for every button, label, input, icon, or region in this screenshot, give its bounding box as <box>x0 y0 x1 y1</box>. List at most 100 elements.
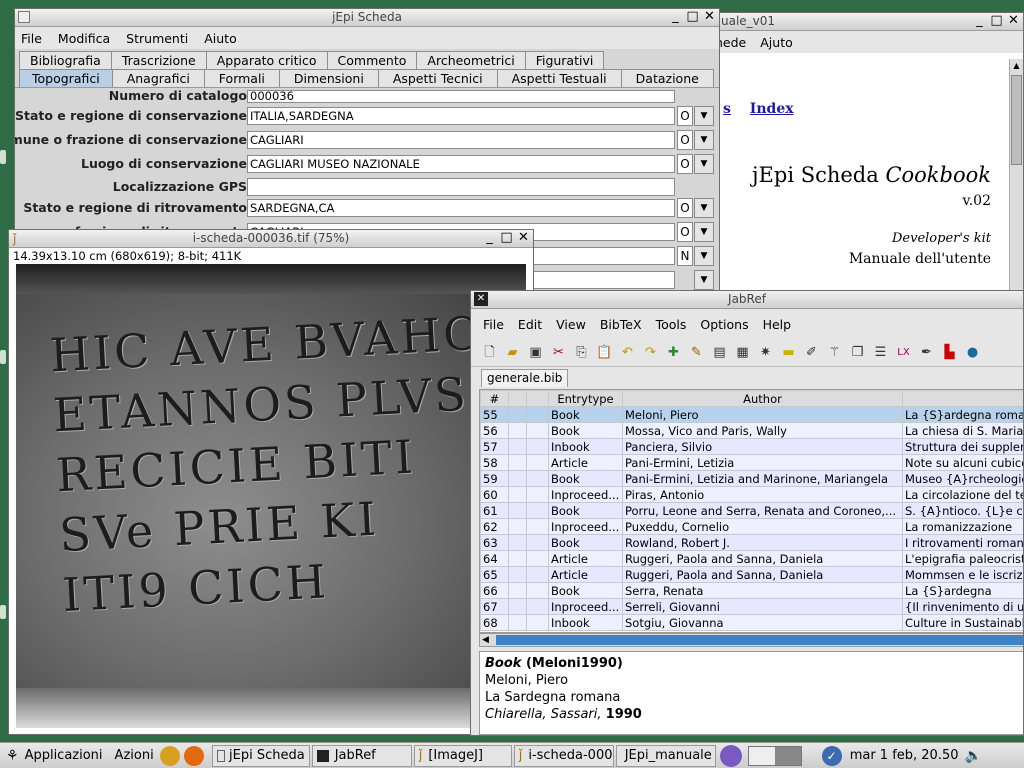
close-icon[interactable]: ✕ <box>702 10 717 25</box>
menu-bibtex[interactable]: BibTeX <box>600 317 642 332</box>
table-row[interactable]: 57 Inbook Panciera, Silvio Struttura dei su… <box>480 438 1023 455</box>
menu-tools[interactable]: Tools <box>656 317 687 332</box>
menu-options[interactable]: Options <box>700 317 748 332</box>
column-header-title[interactable] <box>902 390 1023 407</box>
task-jabref[interactable]: JabRef <box>311 744 412 767</box>
field-input[interactable]: CAGLIARI MUSEO NAZIONALE <box>247 155 675 173</box>
field-code[interactable]: N <box>677 246 693 266</box>
table-row[interactable]: 60 Inproceed... Piras, Antonio La circolazi… <box>480 486 1023 503</box>
menu-file[interactable]: File <box>21 31 42 46</box>
tab-aspetti-tecnici[interactable]: Aspetti Tecnici <box>377 69 498 87</box>
minimize-icon[interactable]: _ <box>668 10 683 25</box>
field-code[interactable]: O <box>677 154 693 174</box>
close-icon[interactable]: ✕ <box>1006 14 1021 29</box>
menu-help[interactable]: Help <box>763 317 792 332</box>
pen-icon[interactable]: ✒ <box>918 344 935 361</box>
preview-icon[interactable]: ▦ <box>734 344 751 361</box>
tab-formali[interactable]: Formali <box>203 69 280 87</box>
task-image-window[interactable]: ǰ i-scheda-0000 <box>513 744 614 767</box>
tools-icon[interactable]: ✷ <box>757 344 774 361</box>
chevron-down-icon[interactable]: ▼ <box>694 198 714 218</box>
field-code[interactable]: O <box>677 106 693 126</box>
highlight-icon[interactable]: ▬ <box>780 344 797 361</box>
table-row[interactable]: 55 BookMeloni, PieroLa {S}ardegna romana <box>480 406 1023 423</box>
workspace-switcher[interactable] <box>747 745 802 766</box>
menu-item[interactable]: Ajuto <box>760 35 793 50</box>
nav-link-index[interactable]: Index <box>750 101 794 117</box>
chevron-down-icon[interactable]: ▼ <box>694 106 714 126</box>
copy-icon[interactable]: ⎘ <box>573 344 590 361</box>
menu-modifica[interactable]: Modifica <box>58 31 110 46</box>
table-row[interactable]: 61 Book Porru, Leone and Serra, Renata and… <box>480 502 1023 519</box>
entry-editor-icon[interactable]: ▤ <box>711 344 728 361</box>
column-header-entrytype[interactable]: Entrytype <box>548 390 623 407</box>
list-icon[interactable]: ☰ <box>872 344 889 361</box>
horizontal-scrollbar[interactable]: ◀ <box>479 633 1023 647</box>
clock[interactable]: mar 1 feb, 20.50 <box>850 748 959 763</box>
maximize-icon[interactable]: □ <box>499 231 514 246</box>
tab-datazione[interactable]: Datazione <box>620 69 714 87</box>
menu-view[interactable]: View <box>556 317 586 332</box>
jabref-titlebar[interactable]: ✕ JabRef <box>471 291 1023 309</box>
task-manual[interactable]: JEpi_manuale <box>615 744 716 767</box>
minimize-icon[interactable]: _ <box>972 14 987 29</box>
web-icon[interactable]: ● <box>964 344 981 361</box>
menu-azioni[interactable]: Azioni <box>115 748 154 763</box>
table-row[interactable]: 68 Inbook Sotgiu, Giovanna Culture in Susta… <box>480 614 1023 631</box>
redo-icon[interactable]: ↷ <box>642 344 659 361</box>
window-icon[interactable]: ❐ <box>849 344 866 361</box>
field-input[interactable]: SARDEGNA,CA <box>247 199 675 217</box>
paste-icon[interactable]: 📋 <box>596 344 613 361</box>
maximize-icon[interactable]: □ <box>685 10 700 25</box>
add-entry-icon[interactable]: ✚ <box>665 344 682 361</box>
table-row[interactable]: 56 Book Mossa, Vico and Paris, Wally La chi… <box>480 422 1023 439</box>
table-row[interactable]: 62 Inproceed... Puxeddu, Cornelio La romani… <box>480 518 1023 535</box>
desktop-icon[interactable] <box>0 350 6 364</box>
chevron-down-icon[interactable]: ▼ <box>694 130 714 150</box>
manual-titlebar[interactable]: uale_v01 _ □ ✕ <box>713 13 1023 31</box>
maximize-icon[interactable]: □ <box>989 14 1004 29</box>
image-titlebar[interactable]: ǰ i-scheda-000036.tif (75%) _ □ ✕ <box>9 230 533 248</box>
menu-strumenti[interactable]: Strumenti <box>126 31 188 46</box>
wand-icon[interactable]: ⚚ <box>826 344 843 361</box>
firefox-icon[interactable] <box>183 745 204 766</box>
tab-apparato-critico[interactable]: Apparato critico <box>205 51 328 69</box>
tab-bibliografia[interactable]: Bibliografia <box>19 51 112 69</box>
task-imagej[interactable]: ǰ [ImageJ] <box>413 744 512 767</box>
table-row[interactable]: 65 Article Ruggeri, Paola and Sanna, Danie… <box>480 566 1023 583</box>
scroll-left-icon[interactable]: ◀ <box>482 634 489 646</box>
tab-aspetti-testuali[interactable]: Aspetti Testuali <box>496 69 622 87</box>
minimize-icon[interactable]: _ <box>482 231 497 246</box>
tab-trascrizione[interactable]: Trascrizione <box>110 51 207 69</box>
field-input[interactable]: CAGLIARI <box>247 131 675 149</box>
chevron-down-icon[interactable]: ▼ <box>694 270 714 290</box>
column-header-number[interactable]: # <box>480 390 509 407</box>
tab-dimensioni[interactable]: Dimensioni <box>278 69 379 87</box>
column-header-icon-1[interactable] <box>508 390 527 407</box>
window-menu-icon[interactable] <box>18 11 30 23</box>
field-code[interactable]: O <box>677 130 693 150</box>
scroll-up-icon[interactable]: ▲ <box>1010 59 1023 73</box>
scroll-thumb[interactable] <box>1011 75 1022 165</box>
field-input[interactable]: 000036 <box>247 90 675 103</box>
gnome-foot-icon[interactable]: ⚘ <box>6 748 19 764</box>
latex-icon[interactable]: LX <box>895 344 912 361</box>
edit-entry-icon[interactable]: ✎ <box>688 344 705 361</box>
open-folder-icon[interactable]: ▰ <box>504 344 521 361</box>
field-input[interactable] <box>247 178 675 196</box>
volume-icon[interactable]: 🔈 <box>965 748 982 764</box>
table-row[interactable]: 63 Book Rowland, Robert J. I ritrovamenti r… <box>480 534 1023 551</box>
close-icon[interactable]: ✕ <box>516 231 531 246</box>
marker-icon[interactable]: ✐ <box>803 344 820 361</box>
table-row[interactable]: 59 Book Pani-Ermini, Letizia and Marinone,… <box>480 470 1023 487</box>
inscription-photo[interactable]: HIC AVE BVAHO ETANNOS PLVS RECICIE BITI … <box>16 264 526 728</box>
chevron-down-icon[interactable]: ▼ <box>694 222 714 242</box>
menu-file[interactable]: File <box>483 317 504 332</box>
chevron-down-icon[interactable]: ▼ <box>694 154 714 174</box>
scroll-thumb[interactable] <box>496 635 1023 645</box>
manual-scrollbar[interactable]: ▲ <box>1009 59 1023 295</box>
tab-figurativi[interactable]: Figurativi <box>524 51 605 69</box>
tab-topografici[interactable]: Topografici <box>19 69 113 87</box>
task-jepi-scheda[interactable]: jEpi Scheda <box>211 744 310 767</box>
jepi-titlebar[interactable]: jEpi Scheda _ □ ✕ <box>15 9 719 27</box>
